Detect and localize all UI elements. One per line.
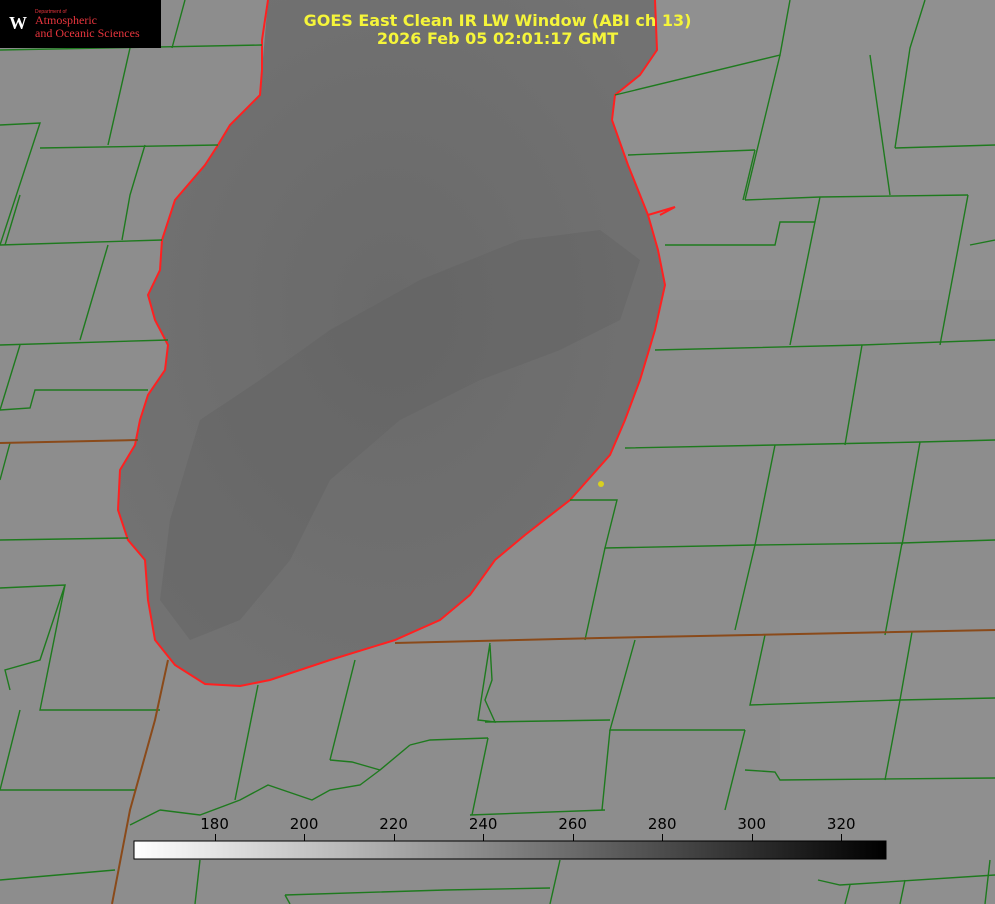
colorbar-tick-mark (573, 834, 574, 841)
colorbar-tick-mark (394, 834, 395, 841)
image-title: GOES East Clean IR LW Window (ABI ch 13) (303, 11, 692, 30)
colorbar-tick-label: 280 (647, 815, 677, 833)
colorbar-tick-mark (304, 834, 305, 841)
colorbar-gradient (133, 840, 887, 860)
colorbar-tick-label: 200 (289, 815, 319, 833)
colorbar-tick-label: 220 (379, 815, 408, 833)
colorbar-tick-label: 180 (200, 815, 229, 833)
colorbar-tick-label: 300 (737, 815, 767, 833)
colorbar-tick-mark (841, 834, 842, 841)
location-marker (598, 481, 604, 487)
image-timestamp: 2026 Feb 05 02:01:17 GMT (376, 29, 619, 48)
uw-aos-logo: W Department of Atmospheric and Oceanic … (0, 0, 161, 48)
colorbar-tick-mark (215, 834, 216, 841)
colorbar-tick-mark (752, 834, 753, 841)
colorbar-tick-mark (662, 834, 663, 841)
colorbar-tick-label: 260 (558, 815, 587, 833)
colorbar-tick-mark (483, 834, 484, 841)
satellite-map (0, 0, 995, 904)
logo-line-2: and Oceanic Sciences (35, 26, 140, 40)
colorbar-tick-label: 240 (468, 815, 498, 833)
crest-letter: W (9, 13, 27, 33)
colorbar-tick-label: 320 (826, 815, 856, 833)
